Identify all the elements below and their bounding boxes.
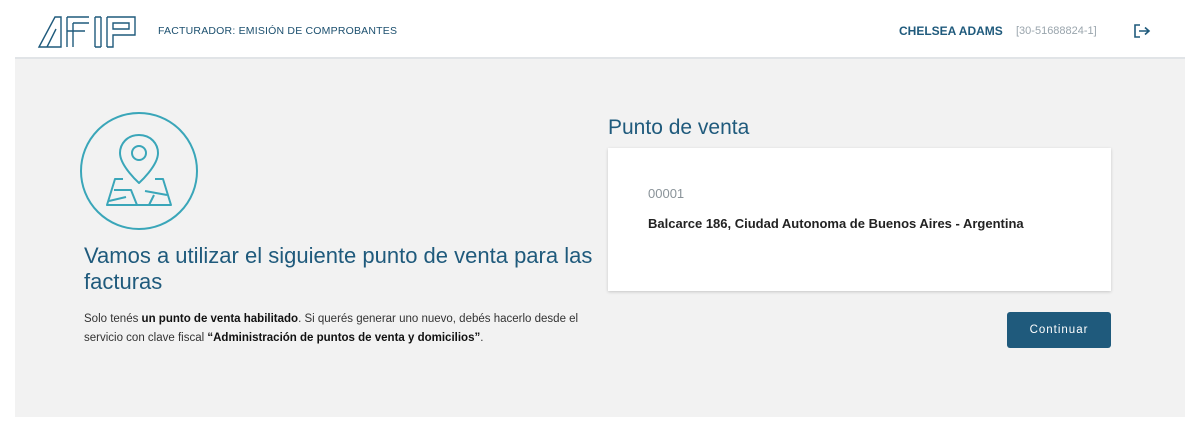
intro-heading: Vamos a utilizar el siguiente punto de v… [84,243,593,294]
intro-text-bold: un punto de venta habilitado [141,313,299,325]
service-name-bold: “Administración de puntos de venta y dom… [207,332,481,344]
punto-venta-number: 00001 [648,186,685,201]
intro-text-part: . [480,332,484,344]
intro-text: Solo tenés un punto de venta habilitado.… [84,310,584,348]
top-header: FACTURADOR: EMISIÓN DE COMPROBANTES CHEL… [15,0,1185,59]
user-name: CHELSEA ADAMS [899,24,1003,38]
afip-logo[interactable] [37,13,161,49]
punto-venta-address: Balcarce 186, Ciudad Autonoma de Buenos … [648,216,1024,231]
punto-venta-card: 00001 Balcarce 186, Ciudad Autonoma de B… [608,148,1111,291]
user-cuit: [30-51688824-1] [1016,25,1097,37]
main-panel: Vamos a utilizar el siguiente punto de v… [15,59,1185,417]
continue-button[interactable]: Continuar [1007,312,1111,348]
intro-text-part: Solo tenés [84,313,142,325]
punto-venta-title: Punto de venta [608,116,750,139]
logout-icon[interactable] [1133,23,1151,39]
location-map-icon [80,112,198,230]
app-title: FACTURADOR: EMISIÓN DE COMPROBANTES [158,25,398,37]
